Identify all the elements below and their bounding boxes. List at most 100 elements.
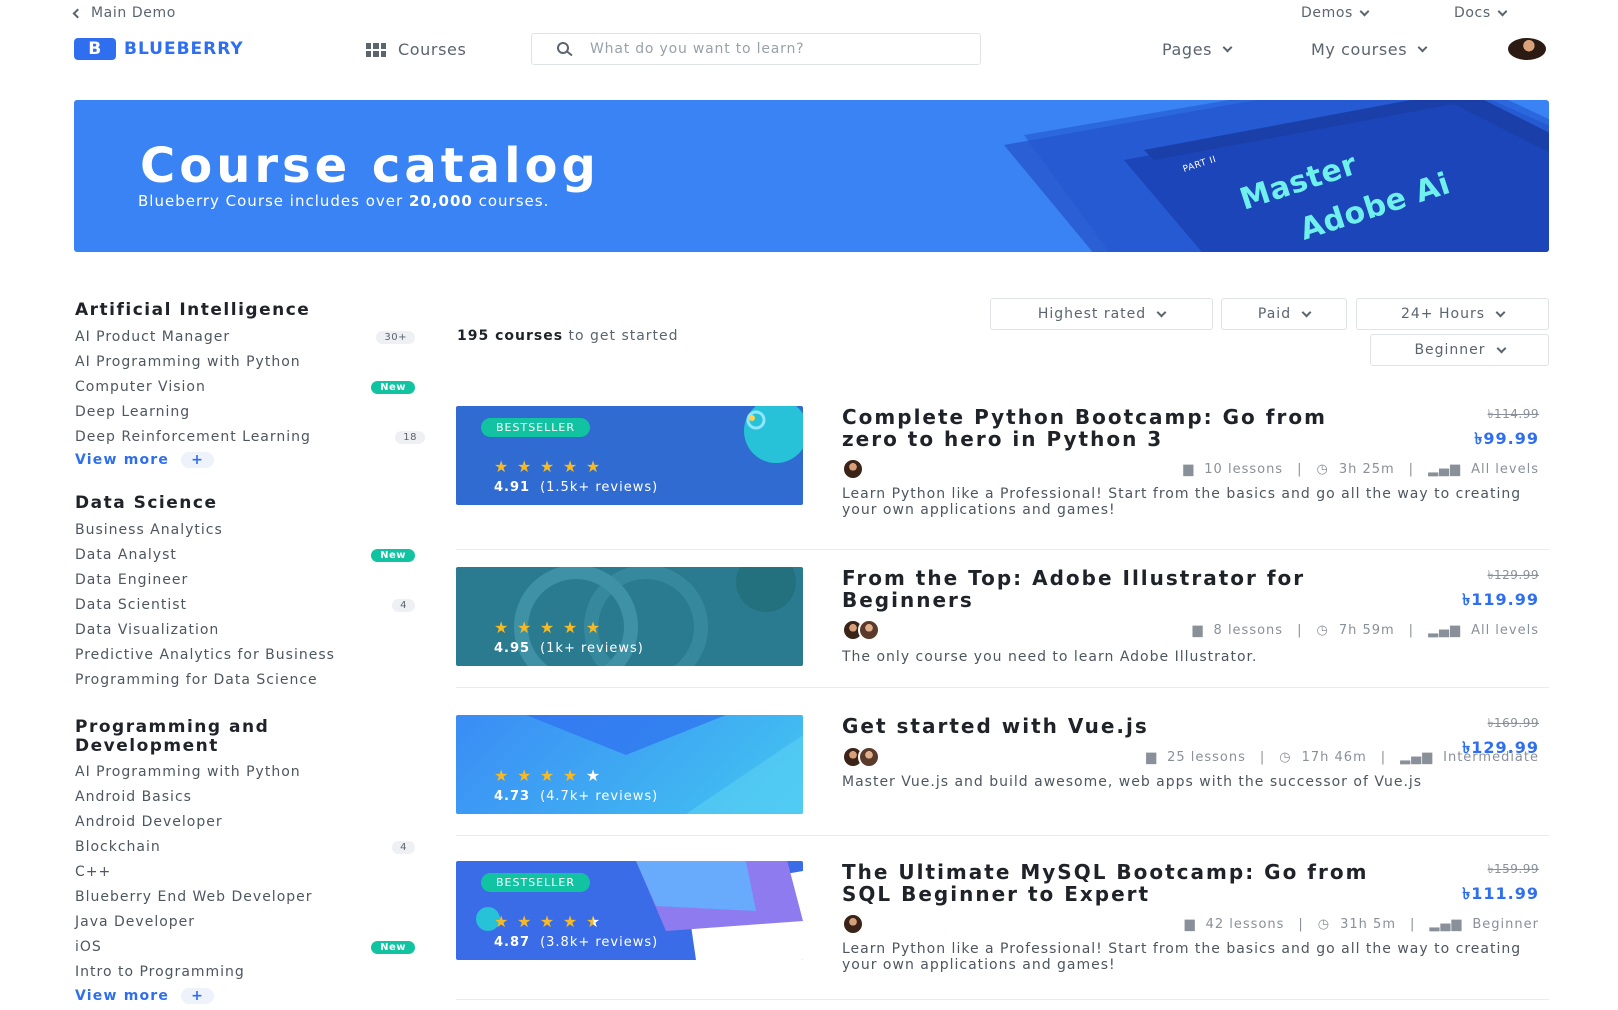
sidebar-item[interactable]: AI Programming with Python xyxy=(75,764,415,780)
chevron-down-icon xyxy=(1417,42,1428,53)
view-more-link[interactable]: View more + xyxy=(75,988,215,1004)
sidebar-item[interactable]: Blockchain 4 xyxy=(75,839,415,855)
category-title: Artificial Intelligence xyxy=(75,300,311,320)
sidebar-item[interactable]: Blueberry End Web Developer xyxy=(75,889,415,905)
course-description: Master Vue.js and build awesome, web app… xyxy=(842,774,1423,790)
sidebar-item[interactable]: Data Scientist 4 xyxy=(75,597,415,613)
sidebar-item[interactable]: Computer Vision New xyxy=(75,379,415,395)
chevron-down-icon xyxy=(1496,343,1506,353)
rating-stars: ★ ★ ★ ★ ★ xyxy=(494,766,601,785)
back-link[interactable]: Main Demo xyxy=(72,5,176,21)
course-description: Learn Python like a Professional! Start … xyxy=(842,941,1522,973)
instructor-avatars xyxy=(842,746,880,768)
lessons-icon: ▆ xyxy=(1192,623,1204,638)
search-bar xyxy=(531,33,981,65)
grid-icon xyxy=(366,42,386,57)
category-title: Data Science xyxy=(75,493,218,513)
sidebar-item[interactable]: AI Programming with Python xyxy=(75,354,415,370)
lessons-icon: ▆ xyxy=(1183,462,1195,477)
search-input[interactable] xyxy=(590,41,950,57)
course-thumbnail: BESTSELLER ★ ★ ★ ★ ★ 4.87 (3.8k+ reviews) xyxy=(456,861,803,960)
search-icon xyxy=(557,42,573,57)
logo-mark: B xyxy=(74,38,116,60)
course-title[interactable]: Get started with Vue.js xyxy=(842,715,1382,737)
rating-text: 4.73 (4.7k+ reviews) xyxy=(494,789,659,804)
level-bars-icon: ▂▄▆ xyxy=(1400,750,1434,765)
bestseller-badge: BESTSELLER xyxy=(481,873,590,892)
course-price: ৳159.99 ৳111.99 xyxy=(1462,862,1539,903)
user-avatar[interactable] xyxy=(1508,38,1546,60)
category-title: Programming and Development xyxy=(75,717,270,756)
course-row[interactable]: ★ ★ ★ ★ ★ 4.95 (1k+ reviews) From the Top: Ad… xyxy=(456,557,1549,688)
sidebar-item[interactable]: Data Analyst New xyxy=(75,547,415,563)
plus-icon: + xyxy=(181,988,215,1004)
sidebar-item[interactable]: Programming for Data Science xyxy=(75,672,415,688)
pages-menu-label: Pages xyxy=(1162,40,1213,59)
course-title[interactable]: Complete Python Bootcamp: Go from zero t… xyxy=(842,406,1382,450)
page-title: Course catalog xyxy=(140,138,600,194)
demos-menu-label: Demos xyxy=(1301,5,1353,21)
course-title[interactable]: The Ultimate MySQL Bootcamp: Go from SQL… xyxy=(842,861,1382,905)
clock-icon: ◷ xyxy=(1317,917,1331,932)
docs-menu[interactable]: Docs xyxy=(1454,5,1508,21)
clock-icon: ◷ xyxy=(1316,623,1329,638)
level-bars-icon: ▂▄▆ xyxy=(1428,462,1462,477)
chevron-down-icon xyxy=(1156,307,1167,317)
course-price: ৳114.99 ৳99.99 xyxy=(1474,407,1539,448)
view-more-link[interactable]: View more + xyxy=(75,452,215,468)
course-meta: ▆ 10 lessons | ◷ 3h 25m | ▂▄▆ All levels xyxy=(1183,462,1539,477)
sidebar-item[interactable]: Android Developer xyxy=(75,814,415,830)
sidebar-item[interactable]: Data Engineer xyxy=(75,572,415,588)
sort-filter[interactable]: Highest rated xyxy=(990,298,1213,330)
sidebar-item[interactable]: Deep Learning xyxy=(75,404,415,420)
level-filter[interactable]: Beginner xyxy=(1370,334,1549,366)
count-badge: 4 xyxy=(392,840,415,854)
instructor-avatars xyxy=(842,619,880,641)
instructor-avatars xyxy=(842,913,864,935)
courses-menu-button[interactable]: Courses xyxy=(366,40,466,59)
course-meta: ▆ 8 lessons | ◷ 7h 59m | ▂▄▆ All levels xyxy=(1192,623,1539,638)
sidebar-item[interactable]: C++ xyxy=(75,864,415,880)
course-price: ৳129.99 ৳119.99 xyxy=(1462,568,1539,609)
book-illustration: PART II Master Adobe Ai xyxy=(1004,100,1549,252)
plus-icon: + xyxy=(181,452,215,468)
new-badge: New xyxy=(371,940,415,954)
level-bars-icon: ▂▄▆ xyxy=(1428,623,1462,638)
sidebar-item[interactable]: Android Basics xyxy=(75,789,415,805)
sidebar-item[interactable]: Data Visualization xyxy=(75,622,415,638)
sidebar-item[interactable]: Deep Reinforcement Learning 18 xyxy=(75,429,425,445)
pages-menu[interactable]: Pages xyxy=(1162,40,1233,59)
sidebar-item[interactable]: Business Analytics xyxy=(75,522,415,538)
course-thumbnail: ★ ★ ★ ★ ★ 4.73 (4.7k+ reviews) xyxy=(456,715,803,814)
rating-text: 4.91 (1.5k+ reviews) xyxy=(494,480,659,495)
my-courses-menu-label: My courses xyxy=(1311,40,1408,59)
sidebar-item[interactable]: iOS New xyxy=(75,939,415,955)
my-courses-menu[interactable]: My courses xyxy=(1311,40,1428,59)
sidebar-item[interactable]: Intro to Programming xyxy=(75,964,415,980)
sidebar-item[interactable]: Java Developer xyxy=(75,914,415,930)
sidebar-item[interactable]: AI Product Manager 30+ xyxy=(75,329,415,345)
course-thumbnail: BESTSELLER ★ ★ ★ ★ ★ 4.91 (1.5k+ reviews) xyxy=(456,406,803,505)
course-row[interactable]: ★ ★ ★ ★ ★ 4.73 (4.7k+ reviews) Get started wi… xyxy=(456,705,1549,836)
lessons-icon: ▆ xyxy=(1146,750,1158,765)
sidebar-item[interactable]: Predictive Analytics for Business xyxy=(75,647,415,663)
courses-menu-label: Courses xyxy=(398,40,467,59)
logo[interactable]: B BLUEBERRY xyxy=(74,38,244,60)
rating-text: 4.95 (1k+ reviews) xyxy=(494,641,644,656)
count-badge: 4 xyxy=(392,598,415,612)
course-meta: ▆ 25 lessons | ◷ 17h 46m | ▂▄▆ Intermediate xyxy=(1146,750,1539,765)
course-row[interactable]: BESTSELLER ★ ★ ★ ★ ★ 4.91 (1.5k+ reviews) Com… xyxy=(456,400,1549,550)
chevron-down-icon xyxy=(1495,307,1506,317)
new-badge: New xyxy=(371,380,415,394)
price-filter[interactable]: Paid xyxy=(1221,298,1347,330)
logo-text: BLUEBERRY xyxy=(124,39,244,59)
docs-menu-label: Docs xyxy=(1454,5,1491,21)
duration-filter[interactable]: 24+ Hours xyxy=(1356,298,1549,330)
count-badge: 18 xyxy=(395,430,425,444)
lessons-icon: ▆ xyxy=(1184,917,1196,932)
count-badge: 30+ xyxy=(376,330,415,344)
instructor-avatars xyxy=(842,458,864,480)
demos-menu[interactable]: Demos xyxy=(1301,5,1370,21)
course-row[interactable]: BESTSELLER ★ ★ ★ ★ ★ 4.87 (3.8k+ reviews) The… xyxy=(456,852,1549,1000)
course-title[interactable]: From the Top: Adobe Illustrator for Begi… xyxy=(842,567,1382,611)
